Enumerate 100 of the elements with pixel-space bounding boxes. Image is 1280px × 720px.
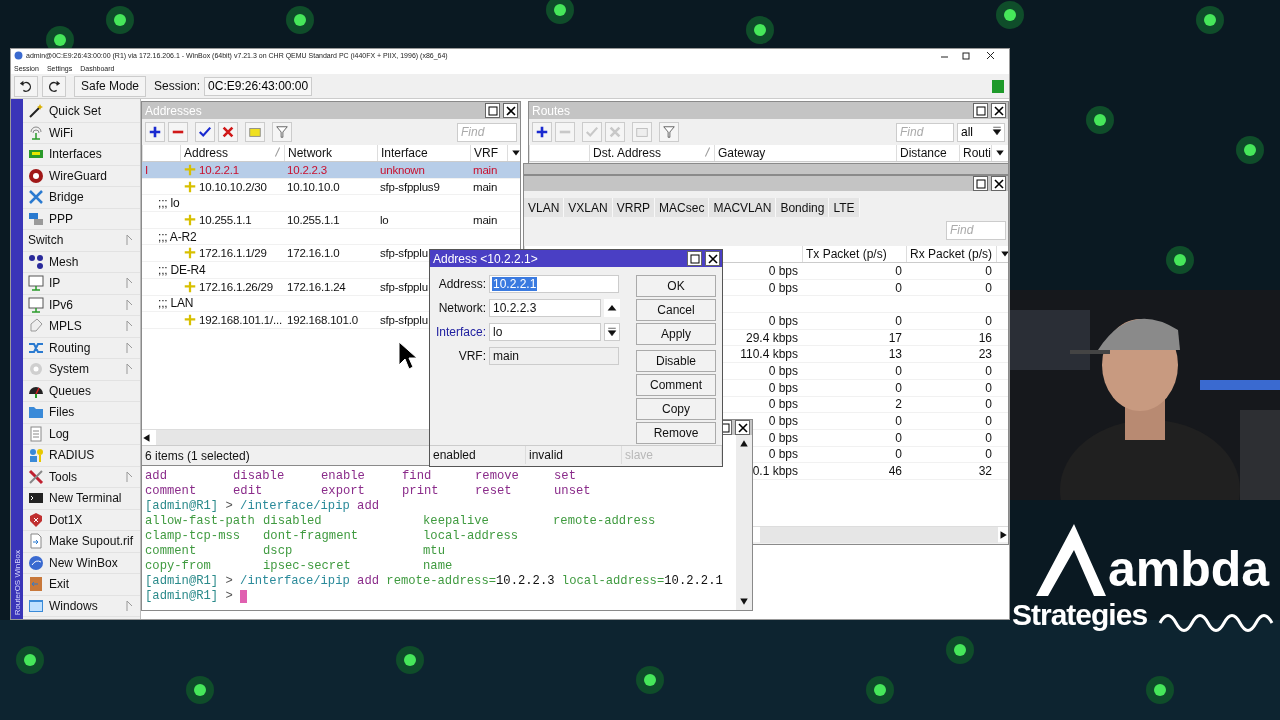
table-cell: 0 bps	[768, 414, 798, 429]
field-label: Network:	[437, 301, 486, 315]
comment-row-text: ;;; DE-R4	[157, 262, 207, 277]
table-cell: 172.16.1.24	[287, 280, 346, 293]
table-cell: 0	[985, 363, 992, 378]
table-cell: 32	[978, 464, 992, 479]
comment-row-text: ;;; LAN	[157, 296, 195, 311]
table-cell: 0	[895, 414, 902, 429]
table-cell: 0	[985, 447, 992, 462]
table-cell: 0 bps	[768, 397, 798, 412]
table-cell: 172.16.1.26/29	[199, 280, 273, 293]
table-cell: 0 bps	[768, 263, 798, 278]
table-cell: 0	[985, 414, 992, 429]
terminal-word: name	[423, 559, 454, 574]
table-cell: 0	[895, 263, 902, 278]
field-label: Address:	[437, 277, 486, 291]
terminal-prompt: [admin@R1]	[145, 499, 219, 514]
table-cell: 0	[985, 430, 992, 445]
window-title: Routes	[532, 103, 572, 118]
table-cell: 10.255.1.1	[199, 213, 252, 226]
terminal-word: add	[357, 499, 380, 514]
terminal-word: export	[321, 484, 366, 499]
terminal-word: 10.2.2.3	[496, 574, 555, 589]
table-cell: 0 bps	[768, 280, 798, 295]
terminal-word: unset	[554, 484, 592, 499]
table-cell: 0.1 kbps	[752, 464, 798, 479]
table-cell: 0	[895, 313, 902, 328]
session-label: Session:	[154, 79, 201, 93]
table-cell: 0	[985, 397, 992, 412]
table-cell: 17	[888, 330, 902, 345]
table-cell: 10.255.1.1	[287, 213, 340, 226]
terminal-word: remote-address	[553, 514, 657, 529]
terminal-word: 10.2.2.1	[664, 574, 723, 589]
terminal-word: edit	[233, 484, 264, 499]
terminal-word: print	[402, 484, 440, 499]
table-cell: 192.168.101.0	[287, 314, 358, 327]
terminal-word: dont-fragment	[263, 529, 360, 544]
table-cell: 0 bps	[768, 447, 798, 462]
terminal-word: disable	[233, 469, 286, 484]
window-title: Addresses	[145, 103, 203, 118]
table-cell: 0	[895, 380, 902, 395]
table-cell: 110.4 kbps	[740, 347, 798, 362]
terminal-word: dscp	[263, 544, 294, 559]
table-cell: 0	[985, 313, 992, 328]
terminal-word: mtu	[423, 544, 446, 559]
table-cell: main	[473, 180, 498, 193]
table-cell: 0	[985, 280, 992, 295]
table-cell: 10.10.10.0	[287, 180, 340, 193]
terminal-word: ipsec-secret	[263, 559, 352, 574]
terminal-word: find	[402, 469, 433, 484]
table-cell: sfp-sfpplu	[380, 247, 428, 260]
table-cell: 0 bps	[768, 430, 798, 445]
table-cell: 0	[985, 380, 992, 395]
table-cell: 2	[895, 397, 902, 412]
terminal-prompt: [admin@R1]	[145, 589, 219, 604]
comment-row-text: ;;; lo	[157, 196, 181, 211]
table-cell: 0	[895, 280, 902, 295]
terminal-prompt: [admin@R1]	[145, 574, 219, 589]
terminal-word: add	[145, 469, 168, 484]
table-cell: 13	[888, 347, 902, 362]
terminal-word: disabled	[263, 514, 323, 529]
status-field: enabled	[430, 446, 526, 464]
table-cell: unknown	[380, 163, 425, 176]
table-cell: 0	[895, 363, 902, 378]
terminal-word: add	[357, 574, 380, 589]
table-cell: 10.10.10.2/30	[199, 180, 267, 193]
flag-cell: I	[145, 163, 148, 176]
prompt-caret: >	[225, 574, 233, 589]
table-cell: 0	[895, 430, 902, 445]
comment-row-text: ;;; A-R2	[157, 229, 198, 244]
table-cell: sfp-sfpplu	[380, 280, 428, 293]
terminal-word: clamp-tcp-mss	[145, 529, 242, 544]
table-cell: 10.2.2.1	[199, 163, 239, 176]
terminal-word: local-address=	[561, 574, 665, 589]
logo-tagline: Strategies	[1012, 598, 1148, 632]
table-cell: 0 bps	[768, 380, 798, 395]
terminal-word: enable	[321, 469, 366, 484]
prompt-caret: >	[225, 589, 233, 604]
terminal-word: comment	[145, 544, 198, 559]
table-cell: 29.4 kbps	[745, 330, 798, 345]
terminal-word: remote-address=	[386, 574, 497, 589]
table-cell: 10.2.2.3	[287, 163, 327, 176]
brand-text: RouterOS WinBox	[12, 549, 22, 615]
table-cell: lo	[380, 213, 389, 226]
terminal-word: remove	[475, 469, 520, 484]
terminal-word: comment	[145, 484, 198, 499]
logo-text: ambda	[1108, 542, 1270, 596]
table-cell: sfp-sfpplu	[380, 314, 428, 327]
table-cell: 0 bps	[768, 313, 798, 328]
table-cell: 0	[895, 447, 902, 462]
table-cell: 192.168.101.1/...	[199, 314, 282, 327]
table-cell: 0 bps	[768, 363, 798, 378]
terminal-word: reset	[475, 484, 513, 499]
terminal-word: set	[554, 469, 577, 484]
table-cell: 172.16.1.1/29	[199, 247, 267, 260]
table-cell: sfp-sfpplus9	[380, 180, 440, 193]
terminal-word: /interface/ipip	[240, 574, 350, 589]
table-cell: 172.16.1.0	[287, 247, 340, 260]
table-cell: 46	[888, 464, 902, 479]
table-cell: 0	[985, 263, 992, 278]
